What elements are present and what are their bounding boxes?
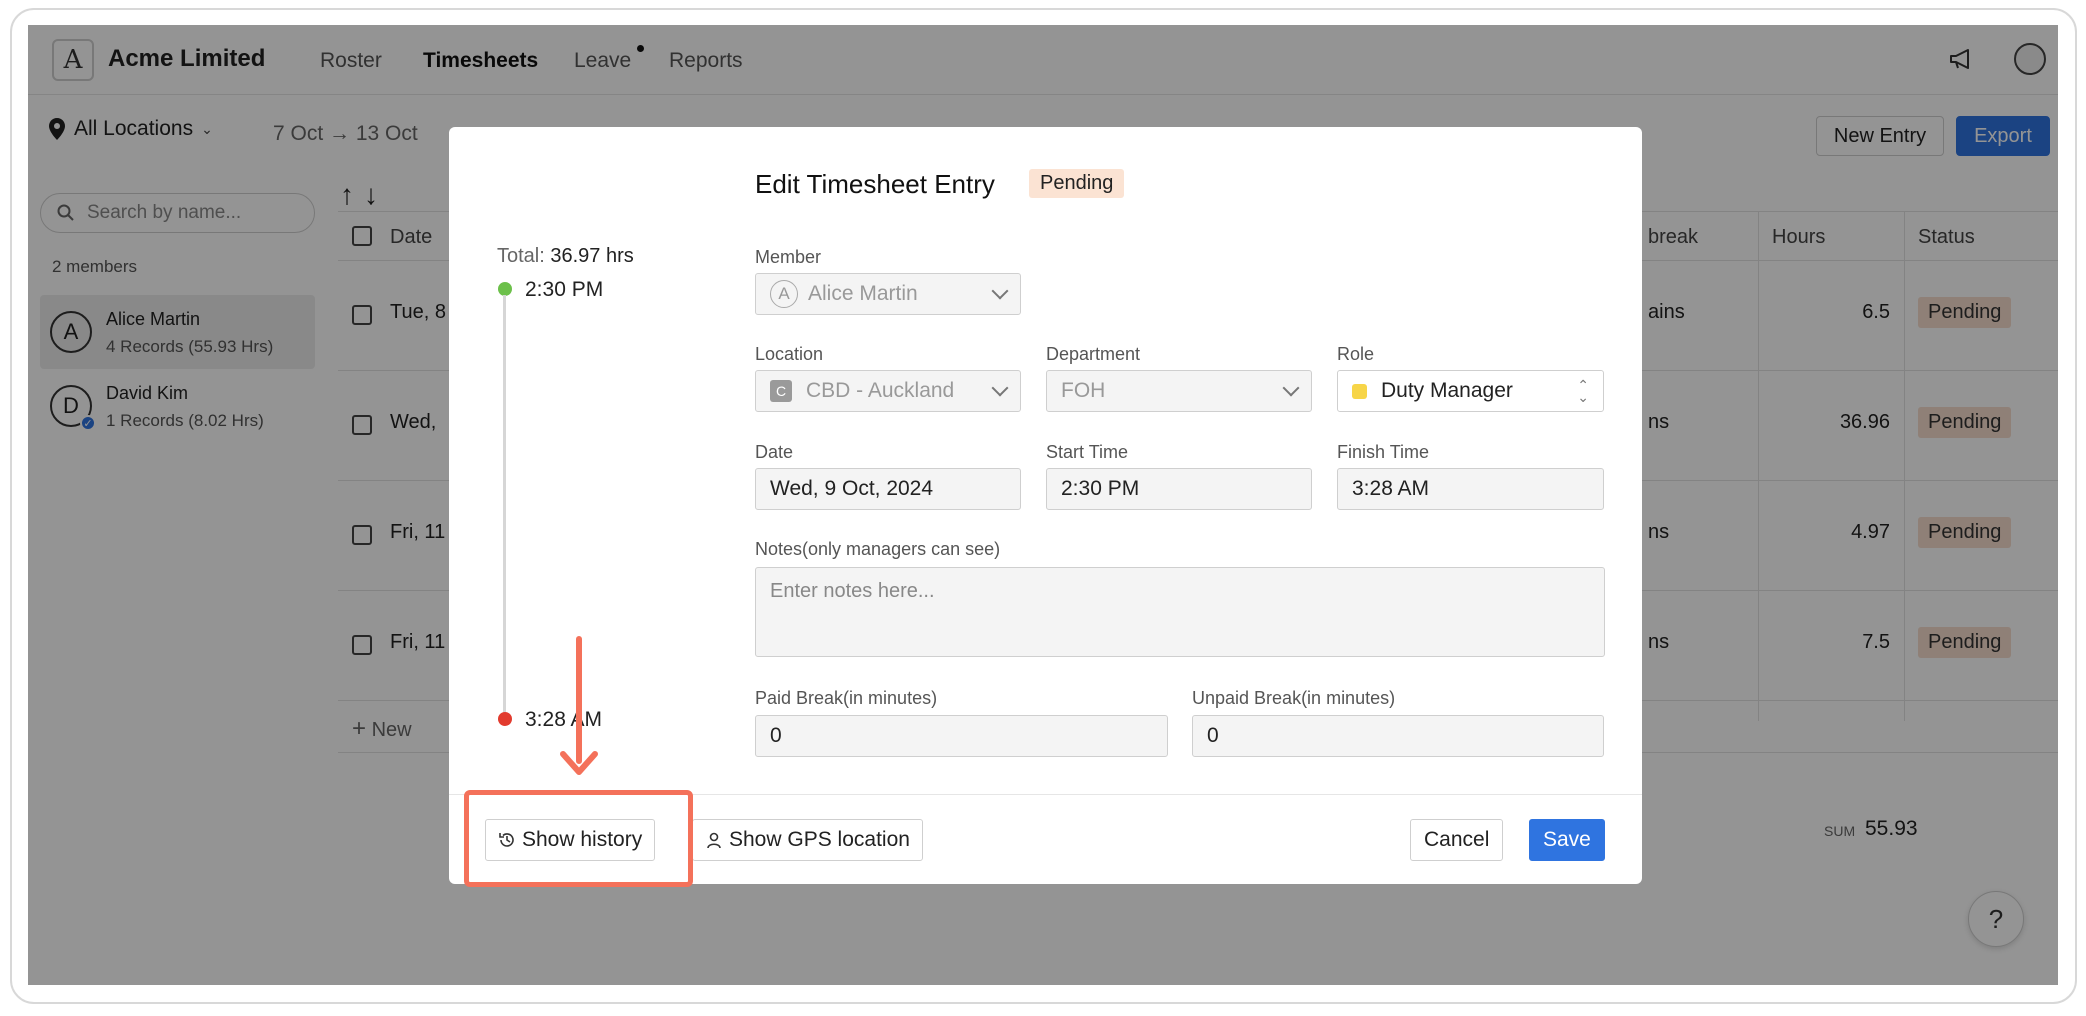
cancel-button[interactable]: Cancel bbox=[1410, 819, 1504, 861]
modal-title: Edit Timesheet Entry bbox=[755, 169, 995, 199]
date-label: Date bbox=[755, 442, 794, 462]
date-input[interactable]: Wed, 9 Oct, 2024 bbox=[755, 468, 1021, 510]
show-gps-label: Show GPS location bbox=[729, 828, 910, 851]
location-value: CBD - Auckland bbox=[806, 379, 955, 402]
start-dot-icon bbox=[498, 282, 512, 296]
location-select: C CBD - Auckland bbox=[755, 370, 1021, 412]
total-value: 36.97 hrs bbox=[550, 245, 634, 267]
annotation-highlight-box bbox=[464, 790, 693, 887]
chevron-down-icon bbox=[1282, 379, 1300, 397]
end-dot-icon bbox=[498, 712, 512, 726]
role-value: Duty Manager bbox=[1381, 379, 1513, 402]
start-time-input[interactable]: 2:30 PM bbox=[1046, 468, 1312, 510]
timeline-line bbox=[503, 295, 506, 721]
role-color-swatch bbox=[1352, 383, 1367, 399]
chevron-down-icon bbox=[991, 282, 1009, 300]
finish-time-input[interactable]: 3:28 AM bbox=[1337, 468, 1604, 510]
location-label: Location bbox=[755, 344, 824, 364]
member-value: Alice Martin bbox=[808, 282, 918, 305]
total-label: Total: bbox=[497, 245, 545, 267]
show-gps-button[interactable]: Show GPS location bbox=[692, 819, 923, 861]
timeline-start-time: 2:30 PM bbox=[525, 278, 604, 301]
member-select: A Alice Martin bbox=[755, 273, 1021, 315]
start-time-label: Start Time bbox=[1046, 442, 1129, 462]
department-label: Department bbox=[1046, 344, 1141, 364]
department-value: FOH bbox=[1061, 379, 1106, 402]
role-select[interactable]: Duty Manager ⌃ ⌄ bbox=[1337, 370, 1604, 412]
timeline-end-time: 3:28 AM bbox=[525, 708, 603, 731]
member-label: Member bbox=[755, 247, 822, 267]
unpaid-break-label: Unpaid Break(in minutes) bbox=[1192, 688, 1396, 708]
avatar: A bbox=[770, 280, 798, 308]
paid-break-label: Paid Break(in minutes) bbox=[755, 688, 938, 708]
role-label: Role bbox=[1337, 344, 1375, 364]
finish-time-label: Finish Time bbox=[1337, 442, 1430, 462]
up-down-chevron-icon: ⌃ ⌄ bbox=[1577, 377, 1589, 405]
annotation-arrowhead-icon bbox=[560, 751, 598, 775]
department-select: FOH bbox=[1046, 370, 1312, 412]
gps-person-icon bbox=[707, 832, 721, 849]
location-initial-icon: C bbox=[770, 380, 792, 402]
notes-label: Notes(only managers can see) bbox=[755, 539, 1001, 559]
paid-break-input[interactable]: 0 bbox=[755, 715, 1168, 757]
save-button[interactable]: Save bbox=[1529, 819, 1605, 861]
chevron-down-icon bbox=[991, 379, 1009, 397]
timeline-total: Total: 36.97 hrs bbox=[497, 245, 634, 268]
unpaid-break-input[interactable]: 0 bbox=[1192, 715, 1604, 757]
notes-textarea[interactable]: Enter notes here... bbox=[755, 567, 1605, 657]
status-badge: Pending bbox=[1029, 169, 1125, 198]
edit-timesheet-modal: Edit Timesheet Entry Pending Total: 36.9… bbox=[449, 127, 1642, 884]
